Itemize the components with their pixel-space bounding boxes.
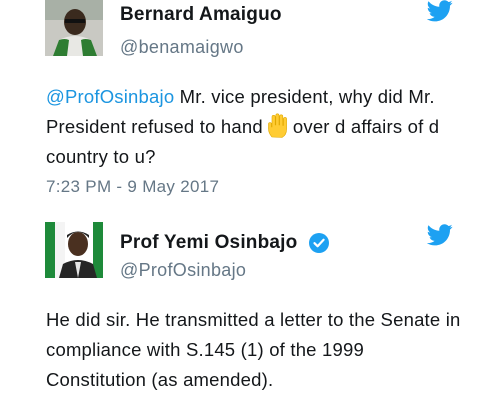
tweet-timestamp[interactable]: 7:23 PM - 9 May 2017 bbox=[46, 177, 219, 197]
tweet-text: He did sir. He transmitted a letter to t… bbox=[46, 309, 461, 390]
raised-hand-icon bbox=[267, 113, 289, 139]
twitter-bird-icon[interactable] bbox=[426, 0, 453, 22]
display-name[interactable]: Bernard Amaiguo bbox=[120, 4, 282, 26]
user-handle[interactable]: @ProfOsinbajo bbox=[120, 260, 246, 281]
avatar[interactable] bbox=[45, 0, 103, 56]
twitter-bird-icon[interactable] bbox=[426, 224, 453, 246]
mention-link[interactable]: @ProfOsinbajo bbox=[46, 86, 174, 107]
verified-badge-icon bbox=[308, 232, 330, 254]
display-name[interactable]: Prof Yemi Osinbajo bbox=[120, 232, 297, 254]
user-handle[interactable]: @benamaigwo bbox=[120, 37, 244, 58]
tweet-text: @ProfOsinbajo Mr. vice president, why di… bbox=[46, 82, 466, 172]
avatar[interactable] bbox=[45, 222, 103, 278]
